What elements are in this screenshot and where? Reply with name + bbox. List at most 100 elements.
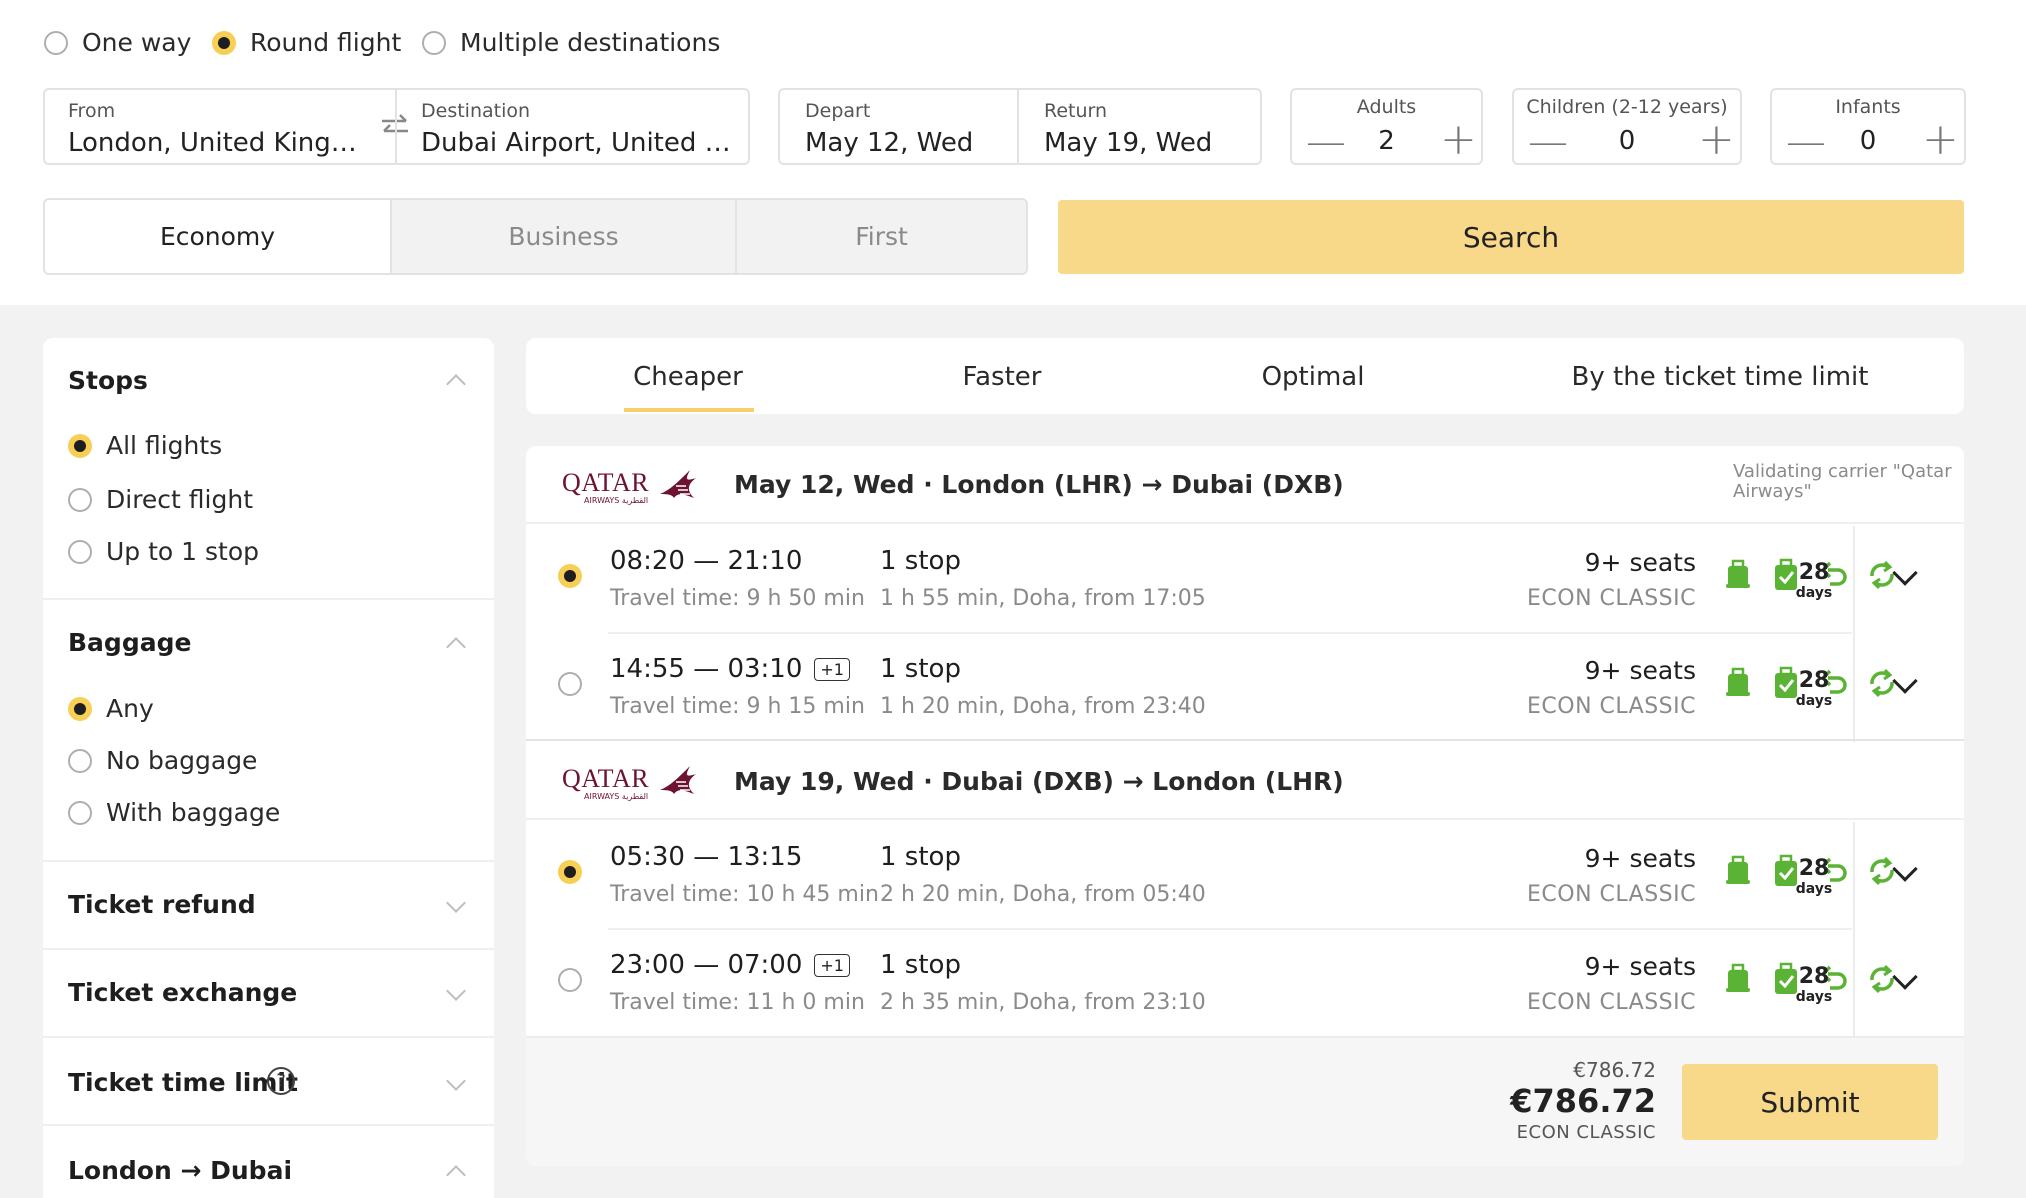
cabin-selector: Economy Business First <box>43 198 1028 275</box>
ticket-exchange-filter-title[interactable]: Ticket exchange <box>68 978 297 1007</box>
stops-option-all[interactable]: All flights <box>68 431 222 460</box>
destination-field[interactable]: Destination Dubai Airport, United Arab E… <box>421 100 731 158</box>
trip-type-label: Round flight <box>250 28 402 57</box>
trip-type-label: Multiple destinations <box>460 28 721 57</box>
trip-type-multi[interactable]: Multiple destinations <box>422 28 720 57</box>
leg-divider <box>526 739 1964 741</box>
field-divider <box>395 90 397 163</box>
seats-available: 9+ seats <box>1584 656 1696 685</box>
flight-times-wrap: 08:20 — 21:10 <box>610 546 802 576</box>
flight-row[interactable]: 05:30 — 13:15 Travel time: 10 h 45 min 1… <box>526 822 1964 930</box>
flight-times: 23:00 — 07:00 <box>610 950 803 980</box>
option-label: No baggage <box>106 746 258 775</box>
flight-select-radio[interactable] <box>558 564 582 588</box>
flight-times-wrap: 23:00 — 07:00 +1 <box>610 950 850 980</box>
plus-icon[interactable]: + <box>1440 118 1477 162</box>
flight-select-radio[interactable] <box>558 860 582 884</box>
trip-type-one-way[interactable]: One way <box>44 28 191 57</box>
radio-no-baggage[interactable] <box>68 748 92 773</box>
seats-available: 9+ seats <box>1584 548 1696 577</box>
flight-row[interactable]: 23:00 — 07:00 +1 Travel time: 11 h 0 min… <box>526 930 1964 1038</box>
radio-one-way[interactable] <box>44 30 68 55</box>
airline-logo: QATAR AIRWAYS القطرية <box>562 760 702 806</box>
logo-subtext: AIRWAYS القطرية <box>584 496 649 505</box>
radio-up-to-1-stop[interactable] <box>68 539 92 564</box>
fare-class: ECON CLASSIC <box>1527 694 1696 719</box>
baggage-option-any[interactable]: Any <box>68 694 154 723</box>
time-limit-days: 28 <box>1798 856 1830 881</box>
radio-round-flight[interactable] <box>212 30 236 55</box>
tab-faster[interactable]: Faster <box>940 362 1064 392</box>
infants-stepper: Infants — 0 + <box>1770 88 1966 165</box>
help-icon[interactable]: ? <box>267 1067 295 1095</box>
field-divider <box>1017 90 1019 163</box>
baggage-option-none[interactable]: No baggage <box>68 746 257 775</box>
from-field[interactable]: From London, United Kingdom <box>68 100 368 158</box>
travel-time: Travel time: 10 h 45 min <box>610 882 879 907</box>
exchange-icon <box>1866 854 1898 888</box>
flight-times: 14:55 — 03:10 <box>610 654 803 684</box>
stop-detail: 1 h 55 min, Doha, from 17:05 <box>880 586 1206 611</box>
row-vdivider <box>1853 526 1855 634</box>
carry-on-bag-icon <box>1722 854 1754 888</box>
radio-any-baggage[interactable] <box>68 696 92 721</box>
stops-wrap: 1 stop <box>880 950 1007 980</box>
depart-value: May 12, Wed <box>805 128 974 158</box>
baggage-filter-title[interactable]: Baggage <box>68 628 191 657</box>
flight-select-radio[interactable] <box>558 968 582 992</box>
option-label: With baggage <box>106 798 281 827</box>
carry-on-bag-icon <box>1722 558 1754 592</box>
flight-row[interactable]: 08:20 — 21:10 Travel time: 9 h 50 min 1 … <box>526 526 1964 634</box>
cabin-business[interactable]: Business <box>390 200 735 273</box>
filter-divider <box>43 1036 494 1038</box>
route-filter-title[interactable]: London → Dubai <box>68 1156 292 1185</box>
stops-wrap: 1 stop <box>880 546 961 576</box>
exchange-icon <box>1866 666 1898 700</box>
price-total: €786.72 <box>1510 1082 1656 1120</box>
ticket-refund-filter-title[interactable]: Ticket refund <box>68 890 256 919</box>
flight-row[interactable]: 14:55 — 03:10 +1 Travel time: 9 h 15 min… <box>526 634 1964 742</box>
search-button[interactable]: Search <box>1058 200 1964 274</box>
cabin-economy[interactable]: Economy <box>45 200 390 273</box>
stops-count: 1 stop <box>880 842 961 872</box>
stops-count: 1 stop <box>880 546 961 576</box>
radio-multiple-destinations[interactable] <box>422 30 446 55</box>
flight-select-radio[interactable] <box>558 672 582 696</box>
submit-button[interactable]: Submit <box>1682 1064 1938 1140</box>
stops-filter-title[interactable]: Stops <box>68 366 148 395</box>
depart-field[interactable]: Depart May 12, Wed <box>805 100 1005 158</box>
option-label: Any <box>106 694 154 723</box>
radio-all-flights[interactable] <box>68 433 92 458</box>
baggage-option-with[interactable]: With baggage <box>68 798 280 827</box>
leg-header: May 12, Wed · London (LHR) → Dubai (DXB) <box>734 470 1344 499</box>
tab-cheaper[interactable]: Cheaper <box>622 362 754 392</box>
plus-icon[interactable]: + <box>1698 118 1735 162</box>
ticket-time-limit-filter-title[interactable]: Ticket time limit <box>68 1068 298 1097</box>
radio-with-baggage[interactable] <box>68 800 92 825</box>
carry-on-bag-icon <box>1722 962 1754 996</box>
time-limit-days-label: days <box>1795 989 1833 1005</box>
filter-divider <box>43 948 494 950</box>
radio-direct-flight[interactable] <box>68 487 92 512</box>
stops-option-direct[interactable]: Direct flight <box>68 485 253 514</box>
oryx-icon <box>660 766 696 794</box>
cabin-first[interactable]: First <box>735 200 1026 273</box>
seats-available: 9+ seats <box>1584 844 1696 873</box>
stops-count: 1 stop <box>880 654 961 684</box>
travel-time: Travel time: 9 h 15 min <box>610 694 865 719</box>
travel-time: Travel time: 9 h 50 min <box>610 586 865 611</box>
tab-by-time-limit[interactable]: By the ticket time limit <box>1570 362 1870 392</box>
option-label: Up to 1 stop <box>106 537 260 566</box>
stops-option-one-stop[interactable]: Up to 1 stop <box>68 537 259 566</box>
time-limit-days-label: days <box>1795 693 1833 709</box>
option-label: All flights <box>106 431 223 460</box>
plus-icon[interactable]: + <box>1922 118 1959 162</box>
stops-wrap: 1 stop <box>880 654 1007 684</box>
time-limit-days-label: days <box>1795 585 1833 601</box>
return-field[interactable]: Return May 19, Wed <box>1044 100 1244 158</box>
tab-optimal[interactable]: Optimal <box>1250 362 1376 392</box>
row-divider <box>526 818 1964 820</box>
trip-type-round[interactable]: Round flight <box>212 28 401 57</box>
flight-times-wrap: 14:55 — 03:10 +1 <box>610 654 850 684</box>
destination-label: Destination <box>421 100 531 122</box>
